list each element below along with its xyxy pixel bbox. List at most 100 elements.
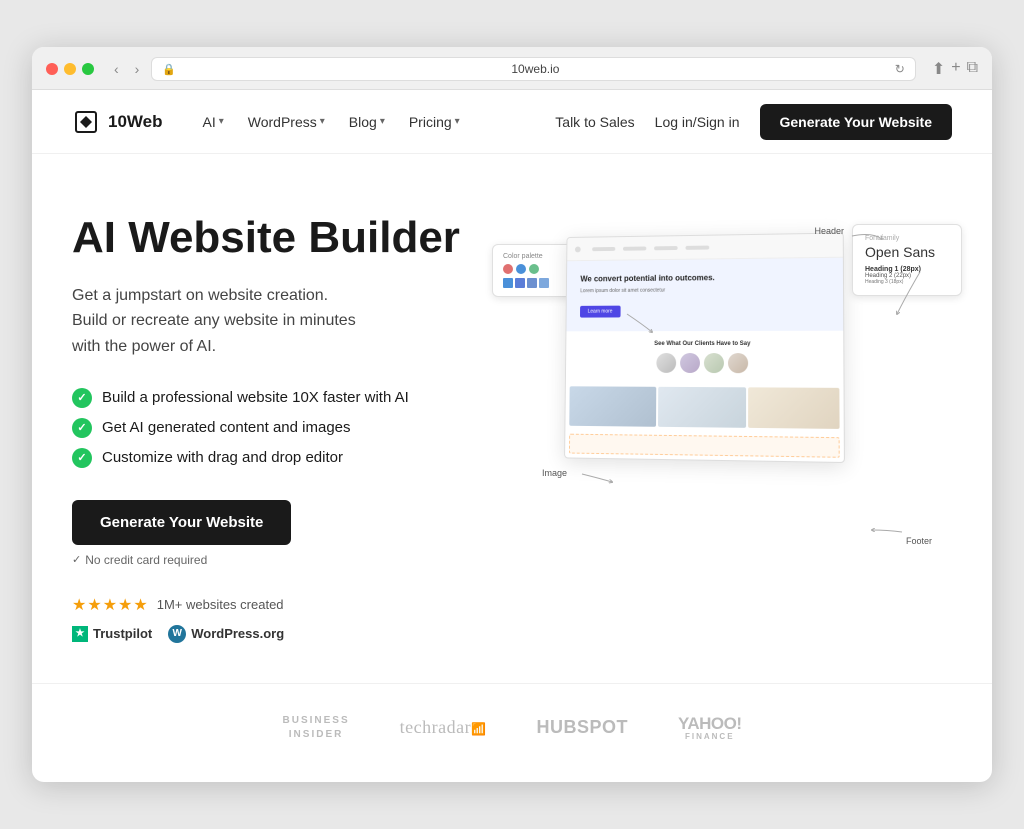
press-logo-hubspot: HubSpot bbox=[537, 717, 629, 738]
feature-text-2: Get AI generated content and images bbox=[102, 419, 351, 436]
nav-wordpress-label: WordPress bbox=[248, 114, 317, 130]
font-name: Open Sans bbox=[865, 244, 949, 260]
cta-section: Generate Your Website No credit card req… bbox=[72, 500, 492, 567]
mockup-hero: We convert potential into outcomes. Lore… bbox=[566, 258, 843, 332]
font-heading3: Heading 3 (18px) bbox=[865, 279, 949, 285]
press-logo-yahoo: YAHOO! FINANCE bbox=[678, 714, 741, 741]
no-credit-text: No credit card required bbox=[72, 553, 492, 567]
logo-text: 10Web bbox=[108, 112, 163, 132]
talk-to-sales-link[interactable]: Talk to Sales bbox=[555, 114, 634, 130]
close-button[interactable] bbox=[46, 63, 58, 75]
mockup-grid-img-1 bbox=[569, 387, 656, 427]
nav-right: Talk to Sales Log in/Sign in Generate Yo… bbox=[555, 104, 952, 140]
trustpilot-badge: ★ Trustpilot bbox=[72, 626, 152, 642]
nav-item-wordpress[interactable]: WordPress ▾ bbox=[238, 108, 335, 136]
press-logo-techradar: techradar📶 bbox=[400, 717, 487, 738]
color-circle-3 bbox=[529, 264, 539, 274]
tabs-icon[interactable]: ⧉ bbox=[967, 59, 978, 79]
chevron-down-icon: ▾ bbox=[219, 116, 224, 127]
check-icon-2 bbox=[72, 418, 92, 438]
trustpilot-label: Trustpilot bbox=[93, 626, 152, 641]
generate-website-cta-button[interactable]: Generate Your Website bbox=[72, 500, 291, 545]
mockup-container: Color palette bbox=[532, 214, 952, 554]
mockup-grid-img-2 bbox=[658, 388, 747, 429]
color-circle-2 bbox=[516, 264, 526, 274]
mockup-grid-img-3 bbox=[748, 388, 839, 430]
mockup-nav-link-1 bbox=[592, 247, 615, 251]
wordpress-label: WordPress.org bbox=[191, 626, 284, 641]
maximize-button[interactable] bbox=[82, 63, 94, 75]
feature-text-3: Customize with drag and drop editor bbox=[102, 449, 343, 466]
nav-item-pricing[interactable]: Pricing ▾ bbox=[399, 108, 470, 136]
wordpress-badge: W WordPress.org bbox=[168, 625, 284, 643]
new-tab-icon[interactable]: + bbox=[951, 59, 960, 79]
mockup-images-grid bbox=[565, 383, 843, 434]
mockup-nav-link-2 bbox=[623, 246, 646, 250]
feature-item-1: Build a professional website 10X faster … bbox=[72, 388, 492, 408]
back-button[interactable]: ‹ bbox=[110, 59, 123, 79]
chevron-down-icon: ▾ bbox=[320, 116, 325, 127]
color-sq-3 bbox=[527, 278, 537, 288]
address-bar[interactable]: 🔒 10web.io ↻ bbox=[151, 57, 915, 81]
logo-icon bbox=[72, 108, 100, 136]
chevron-down-icon: ▾ bbox=[380, 116, 385, 127]
mockup-nav-link-4 bbox=[686, 245, 710, 249]
press-section: BUSINESSINSIDER techradar📶 HubSpot YAHOO… bbox=[32, 683, 992, 782]
image-annotation: Image bbox=[542, 468, 567, 478]
feature-item-2: Get AI generated content and images bbox=[72, 418, 492, 438]
generate-website-nav-button[interactable]: Generate Your Website bbox=[760, 104, 953, 140]
hero-section: AI Website Builder Get a jumpstart on we… bbox=[32, 154, 992, 682]
mockup-avatar-3 bbox=[704, 354, 724, 374]
color-sq-2 bbox=[515, 278, 525, 288]
hero-right: Color palette bbox=[532, 214, 952, 554]
font-sub-label: Font family bbox=[865, 235, 949, 242]
stars-label: 1M+ websites created bbox=[157, 597, 284, 612]
stars: ★★★★★ bbox=[72, 595, 149, 615]
mockup-nav-link-3 bbox=[654, 246, 678, 250]
mockup-avatar-4 bbox=[728, 354, 748, 374]
stars-row: ★★★★★ 1M+ websites created bbox=[72, 595, 492, 615]
browser-window: ‹ › 🔒 10web.io ↻ ⬆ + ⧉ 10Web AI bbox=[32, 47, 992, 781]
hero-left: AI Website Builder Get a jumpstart on we… bbox=[72, 214, 492, 642]
logo[interactable]: 10Web bbox=[72, 108, 163, 136]
forward-button[interactable]: › bbox=[131, 59, 144, 79]
check-icon-3 bbox=[72, 448, 92, 468]
color-circle-1 bbox=[503, 264, 513, 274]
chevron-down-icon: ▾ bbox=[455, 116, 460, 127]
refresh-icon[interactable]: ↻ bbox=[895, 62, 905, 76]
mockup-avatar-2 bbox=[680, 354, 700, 374]
navbar: 10Web AI ▾ WordPress ▾ Blog ▾ Pricing ▾ … bbox=[32, 90, 992, 154]
feature-text-1: Build a professional website 10X faster … bbox=[102, 389, 409, 406]
nav-blog-label: Blog bbox=[349, 114, 377, 130]
social-proof: ★★★★★ 1M+ websites created ★ Trustpilot … bbox=[72, 595, 492, 643]
check-icon-1 bbox=[72, 388, 92, 408]
mockup-cta-btn: Learn more bbox=[580, 306, 620, 318]
feature-item-3: Customize with drag and drop editor bbox=[72, 448, 492, 468]
nav-ai-label: AI bbox=[203, 114, 216, 130]
mockup-dot-1 bbox=[575, 246, 581, 252]
header-annotation: Header bbox=[814, 226, 844, 236]
footer-annotation: Footer bbox=[906, 536, 932, 546]
lock-icon: 🔒 bbox=[162, 63, 176, 76]
color-sq-4 bbox=[539, 278, 549, 288]
browser-actions: ⬆ + ⧉ bbox=[932, 59, 978, 79]
mockup-avatar-1 bbox=[656, 354, 676, 374]
font-heading1: Heading 1 (28px) bbox=[865, 266, 949, 273]
hero-subtitle: Get a jumpstart on website creation. Bui… bbox=[72, 283, 492, 360]
mockup-hero-text: We convert potential into outcomes. bbox=[580, 272, 828, 285]
traffic-lights bbox=[46, 63, 94, 75]
nav-item-blog[interactable]: Blog ▾ bbox=[339, 108, 395, 136]
mockup-hero-sub: Lorem ipsum dolor sit amet consectetur bbox=[580, 287, 828, 295]
feature-list: Build a professional website 10X faster … bbox=[72, 388, 492, 468]
wordpress-icon: W bbox=[168, 625, 186, 643]
nav-links: AI ▾ WordPress ▾ Blog ▾ Pricing ▾ bbox=[193, 108, 556, 136]
nav-item-ai[interactable]: AI ▾ bbox=[193, 108, 234, 136]
font-card: Font family Open Sans Heading 1 (28px) H… bbox=[852, 224, 962, 296]
minimize-button[interactable] bbox=[64, 63, 76, 75]
share-icon[interactable]: ⬆ bbox=[932, 59, 945, 79]
website-mockup: We convert potential into outcomes. Lore… bbox=[564, 233, 845, 464]
hero-title: AI Website Builder bbox=[72, 214, 492, 262]
mockup-clients-title: See What Our Clients Have to Say bbox=[576, 342, 833, 348]
color-sq-1 bbox=[503, 278, 513, 288]
login-link[interactable]: Log in/Sign in bbox=[655, 114, 740, 130]
